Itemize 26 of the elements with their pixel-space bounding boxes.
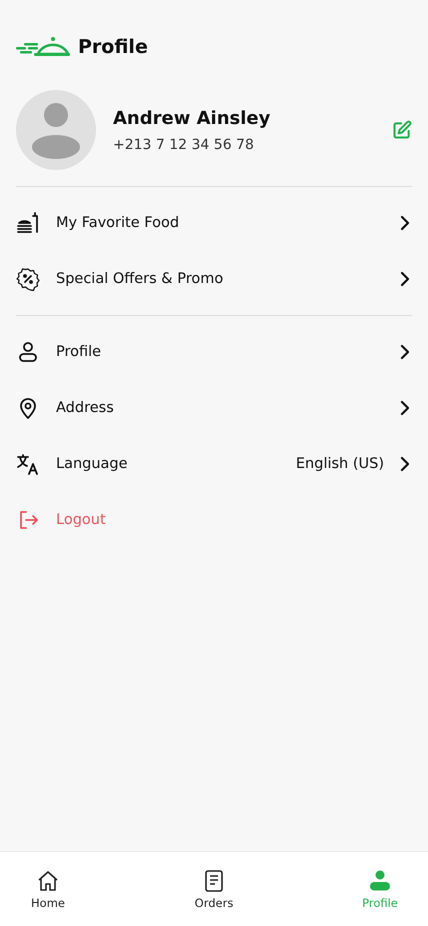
- user-name: Andrew Ainsley: [113, 108, 272, 128]
- user-phone: +213 7 12 34 56 78: [113, 136, 255, 152]
- chevron-right-icon: [400, 400, 410, 416]
- food-tray-icon: [16, 211, 40, 235]
- discount-badge-icon: [16, 267, 40, 291]
- avatar-icon: [16, 90, 96, 170]
- translate-icon: [16, 452, 40, 476]
- nav-tab[interactable]: Home: [16, 852, 80, 926]
- person-icon: [368, 868, 392, 892]
- menu-item[interactable]: Special Offers & Promo: [0, 251, 428, 307]
- chevron-right-icon: [400, 344, 410, 360]
- menu-item[interactable]: Language English (US): [0, 436, 428, 492]
- menu-item[interactable]: Address: [0, 380, 428, 436]
- chevron-right-icon: [400, 456, 410, 472]
- document-icon: [202, 868, 226, 892]
- language-value: English (US): [296, 456, 384, 472]
- person-icon: [16, 340, 40, 364]
- chevron-right-icon: [400, 271, 410, 287]
- food-delivery-logo-icon: [16, 36, 70, 58]
- nav-tab[interactable]: Orders: [182, 852, 246, 926]
- menu-item[interactable]: Profile: [0, 324, 428, 380]
- home-icon: [36, 868, 60, 892]
- edit-button[interactable]: [392, 120, 412, 140]
- menu-item[interactable]: My Favorite Food: [0, 195, 428, 251]
- chevron-right-icon: [400, 215, 410, 231]
- page-title: Profile: [78, 36, 148, 58]
